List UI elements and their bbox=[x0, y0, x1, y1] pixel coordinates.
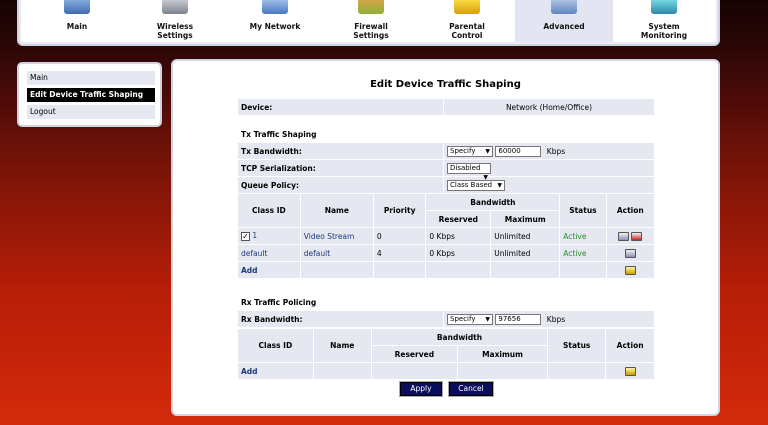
class-id-link[interactable]: 1 bbox=[252, 231, 257, 240]
tcp-serialization-label: TCP Serialization: bbox=[238, 160, 443, 176]
tx-header-priority: Priority bbox=[373, 194, 426, 227]
class-reserved: 0 Kbps bbox=[426, 245, 491, 261]
rx-bandwidth-mode-select[interactable]: Specify ▼ bbox=[447, 313, 493, 325]
monitor-icon bbox=[651, 0, 677, 14]
class-priority: 4 bbox=[373, 245, 426, 261]
add-icon[interactable] bbox=[624, 366, 636, 376]
nav-main-label: Main bbox=[66, 22, 88, 31]
status-badge: Active bbox=[560, 245, 606, 261]
nav-parental-control[interactable]: Parental Control bbox=[439, 0, 495, 42]
tx-bandwidth-unit: Kbps bbox=[546, 146, 566, 156]
rx-bandwidth-input[interactable]: 97656 bbox=[495, 313, 542, 325]
rx-bandwidth-unit: Kbps bbox=[546, 314, 566, 324]
nav-advanced[interactable]: Advanced bbox=[515, 0, 613, 42]
chevron-down-icon: ▼ bbox=[497, 181, 502, 189]
main-panel: Edit Device Traffic Shaping Device: Netw… bbox=[171, 59, 720, 416]
class-priority: 0 bbox=[373, 228, 426, 244]
tx-header-status: Status bbox=[560, 194, 606, 227]
rx-bandwidth-label: Rx Bandwidth: bbox=[238, 311, 443, 327]
tx-class-table: Class ID Name Priority Bandwidth Status … bbox=[237, 193, 655, 279]
rx-header-maximum: Maximum bbox=[457, 346, 548, 362]
rx-class-table: Class ID Name Bandwidth Status Action Re… bbox=[237, 328, 655, 380]
rx-bandwidth-mode-value: Specify bbox=[450, 314, 476, 323]
nav-main[interactable]: Main bbox=[55, 0, 99, 42]
tx-header-name: Name bbox=[300, 194, 373, 227]
nav-parental-label: Parental Control bbox=[449, 22, 485, 40]
add-icon[interactable] bbox=[624, 265, 636, 275]
rx-section-title: Rx Traffic Policing bbox=[241, 298, 317, 307]
sidebar-item-logout[interactable]: Logout bbox=[27, 105, 155, 119]
rx-header-reserved: Reserved bbox=[371, 346, 457, 362]
nav-network-label: My Network bbox=[249, 22, 301, 31]
rx-header-bandwidth: Bandwidth bbox=[371, 329, 548, 345]
tx-add-link[interactable]: Add bbox=[241, 266, 258, 275]
nav-advanced-label: Advanced bbox=[543, 22, 585, 31]
nav-wireless-label: Wireless Settings bbox=[156, 22, 194, 40]
rx-header-name: Name bbox=[313, 329, 371, 362]
queue-policy-label: Queue Policy: bbox=[238, 177, 443, 193]
class-name-link[interactable]: Video Stream bbox=[304, 232, 355, 241]
tx-bandwidth-mode-value: Specify bbox=[450, 146, 476, 155]
tx-bandwidth-input[interactable]: 60000 bbox=[495, 145, 542, 157]
device-table: Device: Network (Home/Office) bbox=[237, 98, 655, 116]
nav-my-network[interactable]: My Network bbox=[244, 0, 306, 42]
sidebar: Main Edit Device Traffic Shaping Logout bbox=[17, 62, 162, 127]
edit-icon[interactable] bbox=[618, 231, 630, 241]
class-name-link[interactable]: default bbox=[304, 249, 330, 258]
checkbox-icon[interactable]: ✓ bbox=[241, 231, 250, 241]
tx-settings-table: Tx Bandwidth: Specify ▼ 60000 Kbps TCP Se… bbox=[237, 142, 655, 194]
cancel-button[interactable]: Cancel bbox=[449, 382, 493, 396]
delete-icon[interactable] bbox=[631, 231, 643, 241]
main-icon bbox=[64, 0, 90, 14]
tx-header-bandwidth: Bandwidth bbox=[426, 194, 560, 210]
nav-firewall-settings[interactable]: Firewall Settings bbox=[343, 0, 399, 42]
table-row: default default 4 0 Kbps Unlimited Activ… bbox=[238, 245, 654, 261]
lock-icon bbox=[454, 0, 480, 14]
device-value: Network (Home/Office) bbox=[444, 99, 654, 115]
tx-header-reserved: Reserved bbox=[426, 211, 491, 227]
queue-policy-value: Class Based bbox=[450, 180, 493, 189]
apply-button[interactable]: Apply bbox=[400, 382, 442, 396]
nav-firewall-label: Firewall Settings bbox=[353, 22, 389, 40]
tcp-serialization-value: Disabled bbox=[450, 163, 481, 172]
nav-monitoring-label: System Monitoring bbox=[640, 22, 688, 40]
tx-header-class-id: Class ID bbox=[238, 194, 300, 227]
nav-wireless-settings[interactable]: Wireless Settings bbox=[147, 0, 203, 42]
class-maximum: Unlimited bbox=[491, 228, 560, 244]
table-row: ✓ 1 Video Stream 0 0 Kbps Unlimited Acti… bbox=[238, 228, 654, 244]
class-maximum: Unlimited bbox=[491, 245, 560, 261]
chevron-down-icon: ▼ bbox=[485, 315, 490, 323]
tx-section-title: Tx Traffic Shaping bbox=[241, 130, 317, 139]
nav-system-monitoring[interactable]: System Monitoring bbox=[633, 0, 695, 42]
top-nav: Main Wireless Settings My Network Firewa… bbox=[17, 0, 720, 46]
firewall-icon bbox=[358, 0, 384, 14]
edit-icon[interactable] bbox=[624, 248, 636, 258]
tx-header-action: Action bbox=[606, 194, 654, 227]
queue-policy-select[interactable]: Class Based ▼ bbox=[447, 179, 505, 191]
class-reserved: 0 Kbps bbox=[426, 228, 491, 244]
network-icon bbox=[262, 0, 288, 14]
tx-bandwidth-label: Tx Bandwidth: bbox=[238, 143, 443, 159]
tx-header-maximum: Maximum bbox=[491, 211, 560, 227]
sidebar-item-edit-device-traffic-shaping[interactable]: Edit Device Traffic Shaping bbox=[27, 88, 155, 102]
tx-bandwidth-mode-select[interactable]: Specify ▼ bbox=[447, 145, 493, 157]
rx-settings-table: Rx Bandwidth: Specify ▼ 97656 Kbps bbox=[237, 310, 655, 328]
rx-header-status: Status bbox=[548, 329, 606, 362]
status-badge: Active bbox=[560, 228, 606, 244]
class-id-link[interactable]: default bbox=[241, 249, 267, 258]
rx-header-class-id: Class ID bbox=[238, 329, 313, 362]
advanced-icon bbox=[551, 0, 577, 14]
rx-header-action: Action bbox=[606, 329, 654, 362]
tcp-serialization-select[interactable]: Disabled ▼ bbox=[447, 162, 491, 181]
chevron-down-icon: ▼ bbox=[485, 147, 490, 155]
device-label: Device: bbox=[238, 99, 443, 115]
sidebar-item-main[interactable]: Main bbox=[27, 71, 155, 85]
wireless-icon bbox=[162, 0, 188, 14]
rx-add-link[interactable]: Add bbox=[241, 367, 258, 376]
page-title: Edit Device Traffic Shaping bbox=[370, 79, 521, 90]
